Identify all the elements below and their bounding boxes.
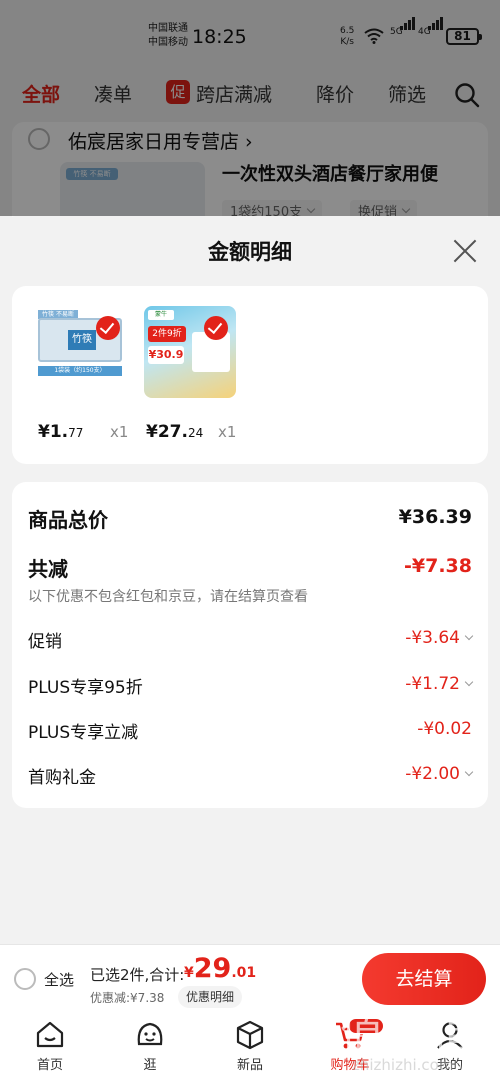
goods-price-1-int: ¥1. — [38, 422, 69, 442]
reduce-value: -¥7.38 — [404, 555, 472, 577]
watermark-url: zhizhizhi.com — [352, 1056, 454, 1074]
home-icon — [36, 1021, 64, 1048]
discount-row-value: -¥0.02 — [417, 719, 472, 739]
goods-price-1-dec: 77 — [68, 426, 84, 440]
chevron-down-icon — [464, 767, 474, 777]
goods-qty-2: x1 — [218, 423, 237, 441]
discount-row-label: PLUS专享95折 — [28, 678, 143, 698]
check-icon — [96, 316, 120, 340]
nav-new[interactable]: 新品 — [220, 1018, 280, 1073]
goods-2-sale-tag: 2件9折 — [148, 326, 186, 342]
check-icon — [204, 316, 228, 340]
nav-home-label: 首页 — [36, 1058, 63, 1073]
chevron-down-icon — [464, 631, 474, 641]
chevron-down-icon — [464, 677, 474, 687]
goods-price-2-dec: 24 — [187, 426, 204, 440]
dim-overlay[interactable] — [0, 0, 500, 216]
nav-browse-label: 逛 — [143, 1058, 157, 1073]
nav-new-label: 新品 — [236, 1058, 263, 1073]
goods-price-2-int: ¥27. — [146, 422, 188, 442]
discount-row-value: -¥3.64 — [405, 628, 460, 648]
discount-row-value: -¥2.00 — [405, 764, 460, 784]
total-amount: ¥29.01 — [184, 953, 256, 984]
discount-row-plus-cut: -¥0.02 — [417, 719, 472, 739]
discount-summary: 优惠减:¥7.38 — [90, 991, 165, 1005]
discount-row-promo[interactable]: -¥3.64 — [405, 628, 474, 648]
goods-2-price-tag: ¥30.9 — [148, 346, 184, 364]
close-icon[interactable] — [452, 238, 478, 264]
discount-row-value: -¥1.72 — [405, 674, 460, 694]
goods-price-1: ¥1.77 — [38, 422, 83, 442]
reduce-note: 以下优惠不包含红包和京豆，请在结算页查看 — [28, 589, 308, 605]
discount-row-label: PLUS专享立减 — [28, 723, 139, 743]
goods-1-package-label: 竹筷 — [68, 330, 96, 350]
nav-home[interactable]: 首页 — [20, 1018, 80, 1073]
goods-price-2: ¥27.24 — [146, 422, 203, 442]
cube-icon — [236, 1020, 264, 1050]
total-amount-dec: .01 — [231, 965, 257, 981]
nav-browse[interactable]: 逛 — [120, 1018, 180, 1073]
reduce-label: 共减 — [28, 557, 68, 581]
select-all-radio[interactable] — [14, 968, 36, 990]
discount-detail-button[interactable]: 优惠明细 — [178, 986, 243, 1008]
total-amount-int: 29 — [193, 953, 232, 984]
goods-2-brand: 蒙牛 — [148, 310, 174, 320]
total-label: 商品总价 — [28, 508, 108, 532]
discount-row-plus95[interactable]: -¥1.72 — [405, 674, 474, 694]
browse-icon — [137, 1022, 163, 1046]
discount-row-label: 首购礼金 — [28, 768, 96, 788]
watermark: 值值值 — [340, 1007, 478, 1058]
sheet-title: 金额明细 — [208, 240, 292, 264]
select-all-label[interactable]: 全选 — [44, 969, 74, 990]
selected-summary: 已选2件,合计: — [90, 966, 185, 984]
discount-row-first-gift[interactable]: -¥2.00 — [405, 764, 474, 784]
goods-qty-1: x1 — [110, 423, 129, 441]
total-amount-currency: ¥ — [184, 965, 194, 981]
discount-row-label: 促销 — [28, 632, 62, 652]
goods-1-strip: 1袋装（约150支） — [38, 366, 122, 376]
total-value: ¥36.39 — [398, 506, 472, 528]
